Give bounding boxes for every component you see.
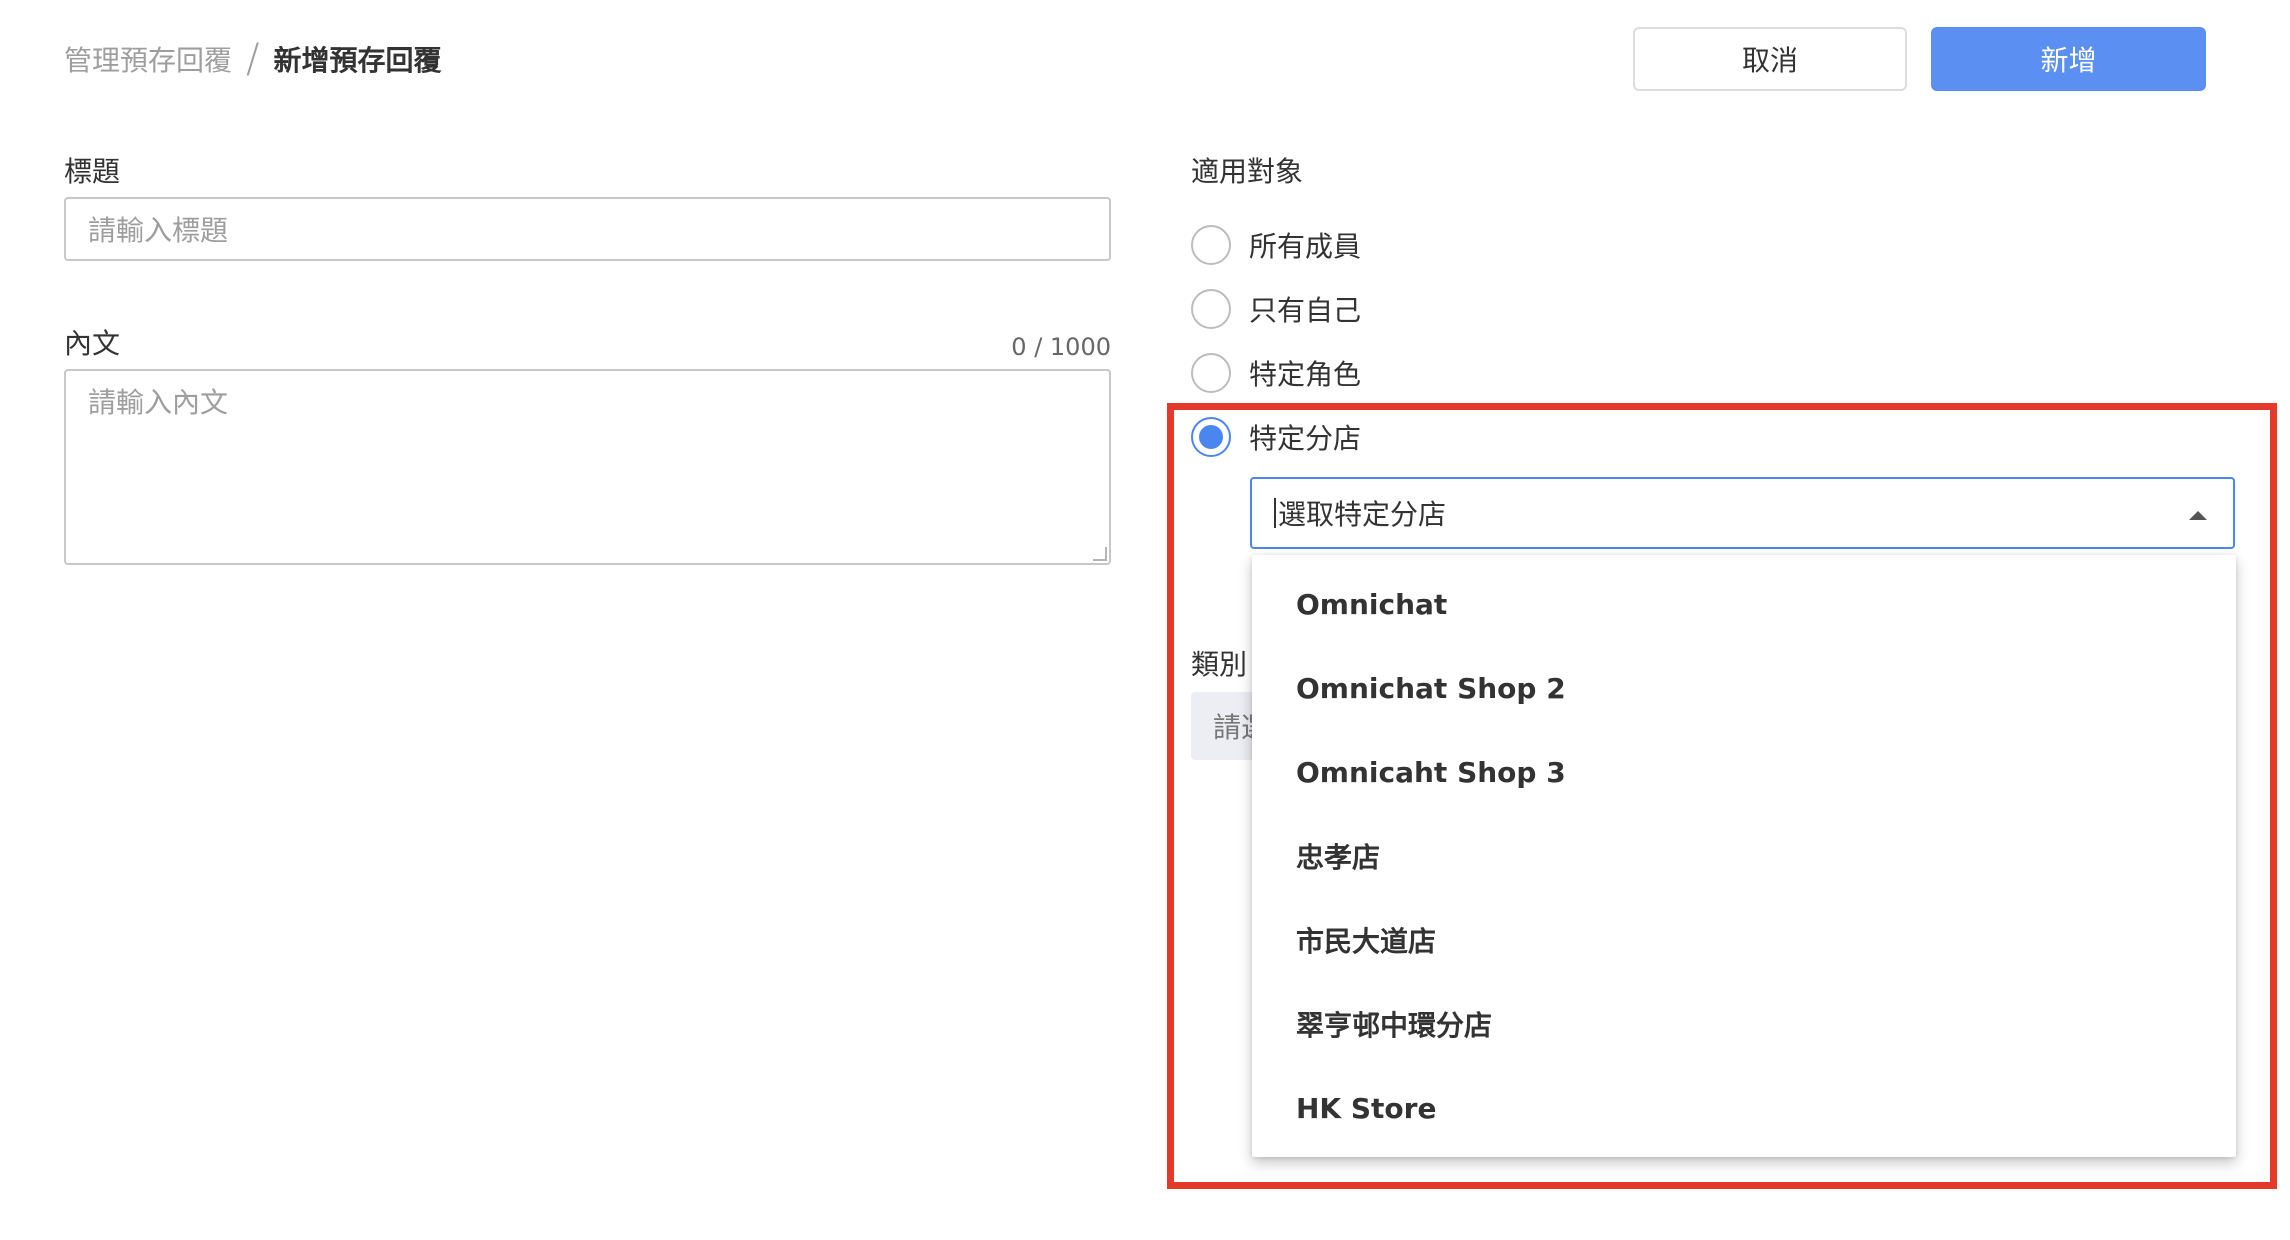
dropdown-option[interactable]: 市民大道店: [1252, 898, 2236, 982]
branch-dropdown-menu: Omnichat Omnichat Shop 2 Omnicaht Shop 3…: [1252, 555, 2236, 1157]
radio-label: 只有自己: [1249, 294, 1362, 327]
breadcrumb-parent-link[interactable]: 管理預存回覆: [64, 39, 232, 79]
body-textarea-placeholder: 請輸入內文: [88, 386, 229, 419]
text-cursor: [1274, 498, 1276, 528]
radio-only-me[interactable]: 只有自己: [1191, 285, 1361, 333]
dropdown-option[interactable]: 翠亨邨中環分店: [1252, 982, 2236, 1066]
title-label: 標題: [64, 155, 121, 188]
resize-grip-icon[interactable]: [1093, 547, 1107, 561]
audience-label: 適用對象: [1191, 155, 1304, 188]
dropdown-option[interactable]: Omnichat Shop 2: [1252, 646, 2236, 730]
radio-all-members[interactable]: 所有成員: [1191, 221, 1361, 269]
branch-select-placeholder: 選取特定分店: [1278, 498, 1447, 531]
add-button[interactable]: 新增: [1931, 27, 2206, 91]
radio-label: 所有成員: [1249, 230, 1362, 263]
title-input[interactable]: 請輸入標題: [64, 197, 1111, 261]
dropdown-option[interactable]: Omnichat: [1252, 562, 2236, 646]
body-textarea[interactable]: 請輸入內文: [64, 369, 1111, 565]
radio-specific-role[interactable]: 特定角色: [1191, 349, 1361, 397]
radio-button-icon[interactable]: [1191, 225, 1231, 265]
category-label: 類別: [1191, 648, 1248, 681]
cancel-button[interactable]: 取消: [1633, 27, 1907, 91]
radio-label: 特定角色: [1249, 358, 1362, 391]
radio-button-icon[interactable]: [1191, 289, 1231, 329]
body-label: 內文: [64, 327, 121, 360]
character-counter: 0 / 1000: [1011, 333, 1111, 361]
breadcrumb-separator: /: [246, 36, 260, 82]
radio-button-icon[interactable]: [1191, 353, 1231, 393]
dropdown-option[interactable]: 忠孝店: [1252, 814, 2236, 898]
title-input-placeholder: 請輸入標題: [88, 214, 229, 247]
radio-specific-branch[interactable]: 特定分店: [1191, 413, 1361, 461]
dropdown-option[interactable]: Omnicaht Shop 3: [1252, 730, 2236, 814]
radio-label: 特定分店: [1249, 422, 1362, 455]
radio-button-selected-icon[interactable]: [1191, 417, 1231, 457]
caret-up-icon[interactable]: [2189, 511, 2207, 520]
dropdown-option[interactable]: HK Store: [1252, 1066, 2236, 1150]
page-title: 新增預存回覆: [273, 44, 442, 77]
breadcrumb: 管理預存回覆 / 新增預存回覆: [64, 36, 442, 82]
branch-select[interactable]: 選取特定分店: [1250, 477, 2235, 549]
